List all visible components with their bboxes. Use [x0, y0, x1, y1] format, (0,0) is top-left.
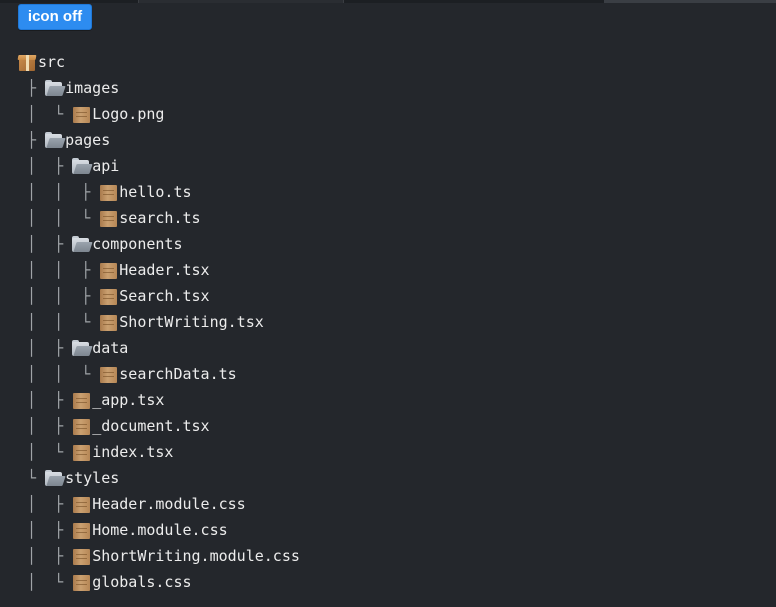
tree-guide-lines: │ │ └	[18, 313, 100, 331]
icon-toggle-button[interactable]: icon off	[18, 4, 92, 30]
tree-guide-lines: │ ├	[18, 157, 73, 175]
package-icon	[17, 54, 37, 71]
folder-icon	[45, 131, 66, 149]
tree-row[interactable]: │ ├ data	[18, 335, 300, 361]
tree-guide-lines: │ └	[18, 443, 73, 461]
tab-segment	[138, 0, 343, 3]
tree-guide-lines: ├	[18, 131, 46, 149]
tree-row[interactable]: │ └ globals.css	[18, 569, 300, 595]
tree-guide-lines: │ │ ├	[18, 261, 100, 279]
file-name: search.ts	[119, 209, 201, 227]
tree-row[interactable]: │ │ └ ShortWriting.tsx	[18, 309, 300, 335]
file-name: index.tsx	[92, 443, 174, 461]
tab-segment	[604, 0, 776, 3]
folder-name: api	[92, 157, 120, 175]
file-icon	[72, 106, 91, 123]
folder-name: styles	[65, 469, 120, 487]
tab-divider	[343, 0, 344, 3]
tree-guide-lines: └	[18, 469, 46, 487]
tree-row[interactable]: │ │ ├ Header.tsx	[18, 257, 300, 283]
folder-icon	[72, 339, 93, 357]
tree-row[interactable]: │ ├ components	[18, 231, 300, 257]
tree-guide-lines: │ └	[18, 573, 73, 591]
file-icon	[72, 392, 91, 409]
tree-guide-lines: │ ├	[18, 547, 73, 565]
file-tree: src ├ images │ └ Logo.png ├ pages │ ├ ap…	[17, 49, 300, 595]
file-icon	[72, 496, 91, 513]
tree-guide-lines: │ │ └	[18, 365, 100, 383]
file-icon	[72, 418, 91, 435]
file-icon	[99, 184, 118, 201]
file-icon	[72, 444, 91, 461]
folder-name: data	[92, 339, 129, 357]
file-icon	[72, 522, 91, 539]
tree-guide-lines: ├	[18, 79, 46, 97]
file-name: _app.tsx	[92, 391, 165, 409]
file-icon	[72, 548, 91, 565]
top-tab-strip	[0, 0, 776, 3]
tree-row[interactable]: ├ images	[18, 75, 300, 101]
tree-row[interactable]: │ └ Logo.png	[18, 101, 300, 127]
tree-row[interactable]: │ ├ _app.tsx	[18, 387, 300, 413]
tree-guide-lines: │ ├	[18, 495, 73, 513]
folder-name: pages	[65, 131, 111, 149]
file-name: _document.tsx	[92, 417, 210, 435]
file-icon	[99, 288, 118, 305]
tree-guide-lines: │ ├	[18, 417, 73, 435]
tree-row[interactable]: │ ├ api	[18, 153, 300, 179]
tree-row[interactable]: src	[17, 49, 300, 75]
tree-guide-lines: │ │ ├	[18, 287, 100, 305]
file-name: searchData.ts	[119, 365, 237, 383]
tree-row[interactable]: │ │ └ searchData.ts	[18, 361, 300, 387]
folder-name: components	[92, 235, 183, 253]
file-name: Home.module.css	[92, 521, 228, 539]
file-icon	[99, 210, 118, 227]
tree-row[interactable]: │ │ ├ hello.ts	[18, 179, 300, 205]
file-name: Logo.png	[92, 105, 165, 123]
tab-divider	[138, 0, 139, 3]
folder-icon	[45, 79, 66, 97]
file-icon	[72, 574, 91, 591]
folder-icon	[72, 235, 93, 253]
folder-name: images	[65, 79, 120, 97]
folder-icon	[45, 469, 66, 487]
tree-guide-lines: │ └	[18, 105, 73, 123]
tree-row[interactable]: │ │ ├ Search.tsx	[18, 283, 300, 309]
tree-row[interactable]: │ ├ _document.tsx	[18, 413, 300, 439]
tree-row[interactable]: │ │ └ search.ts	[18, 205, 300, 231]
folder-icon	[72, 157, 93, 175]
file-name: globals.css	[92, 573, 192, 591]
tree-row[interactable]: ├ pages	[18, 127, 300, 153]
file-name: Search.tsx	[119, 287, 210, 305]
tree-row[interactable]: │ ├ ShortWriting.module.css	[18, 543, 300, 569]
tree-row[interactable]: │ └ index.tsx	[18, 439, 300, 465]
file-icon	[99, 366, 118, 383]
file-name: ShortWriting.tsx	[119, 313, 264, 331]
tree-row[interactable]: │ ├ Home.module.css	[18, 517, 300, 543]
file-name: hello.ts	[119, 183, 192, 201]
file-name: Header.module.css	[92, 495, 246, 513]
tree-guide-lines: │ │ └	[18, 209, 100, 227]
file-name: ShortWriting.module.css	[92, 547, 300, 565]
tree-guide-lines: │ ├	[18, 521, 73, 539]
tree-row[interactable]: │ ├ Header.module.css	[18, 491, 300, 517]
file-icon	[99, 314, 118, 331]
file-name: Header.tsx	[119, 261, 210, 279]
file-icon	[99, 262, 118, 279]
tree-guide-lines: │ │ ├	[18, 183, 100, 201]
tree-guide-lines: │ ├	[18, 339, 73, 357]
tree-guide-lines: │ ├	[18, 235, 73, 253]
tree-row[interactable]: └ styles	[18, 465, 300, 491]
folder-name: src	[38, 53, 66, 71]
tree-guide-lines: │ ├	[18, 391, 73, 409]
